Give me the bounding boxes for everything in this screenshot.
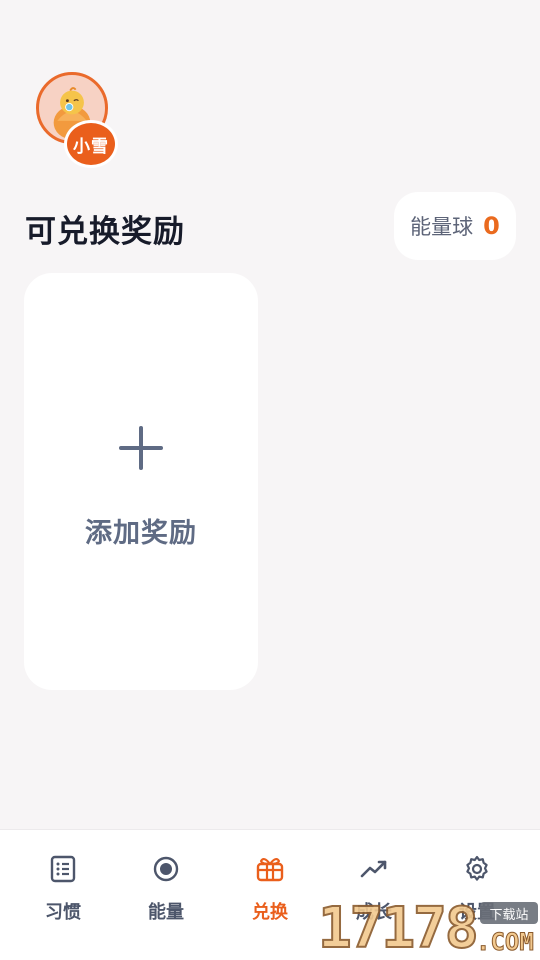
tab-habits[interactable]: 习惯 — [11, 854, 115, 934]
list-icon — [50, 855, 76, 883]
gear-icon — [466, 855, 488, 881]
page-title: 可兑换奖励 — [25, 214, 185, 250]
profile-avatar[interactable]: 小雪 — [36, 72, 122, 168]
tab-label: 习惯 — [45, 902, 81, 923]
energy-value: 0 — [483, 212, 500, 240]
target-icon — [153, 856, 179, 882]
gift-icon — [256, 858, 284, 882]
watermark-site: 下载站 — [480, 902, 538, 924]
energy-counter[interactable]: 能量球 0 — [394, 192, 516, 260]
energy-label: 能量球 — [410, 215, 474, 239]
trend-icon — [360, 860, 387, 878]
site-watermark: 17178 下载站 .COM — [317, 896, 540, 960]
tab-label: 兑换 — [252, 902, 288, 923]
tab-energy[interactable]: 能量 — [114, 854, 218, 934]
profile-name-badge: 小雪 — [64, 120, 118, 168]
add-reward-button[interactable]: 添加奖励 — [24, 273, 258, 690]
tab-exchange[interactable]: 兑换 — [218, 854, 322, 934]
plus-icon — [119, 426, 163, 470]
tab-label: 能量 — [148, 902, 184, 923]
watermark-domain: .COM — [476, 928, 535, 957]
watermark-digits: 17178 — [317, 896, 480, 960]
add-reward-label: 添加奖励 — [85, 518, 197, 549]
